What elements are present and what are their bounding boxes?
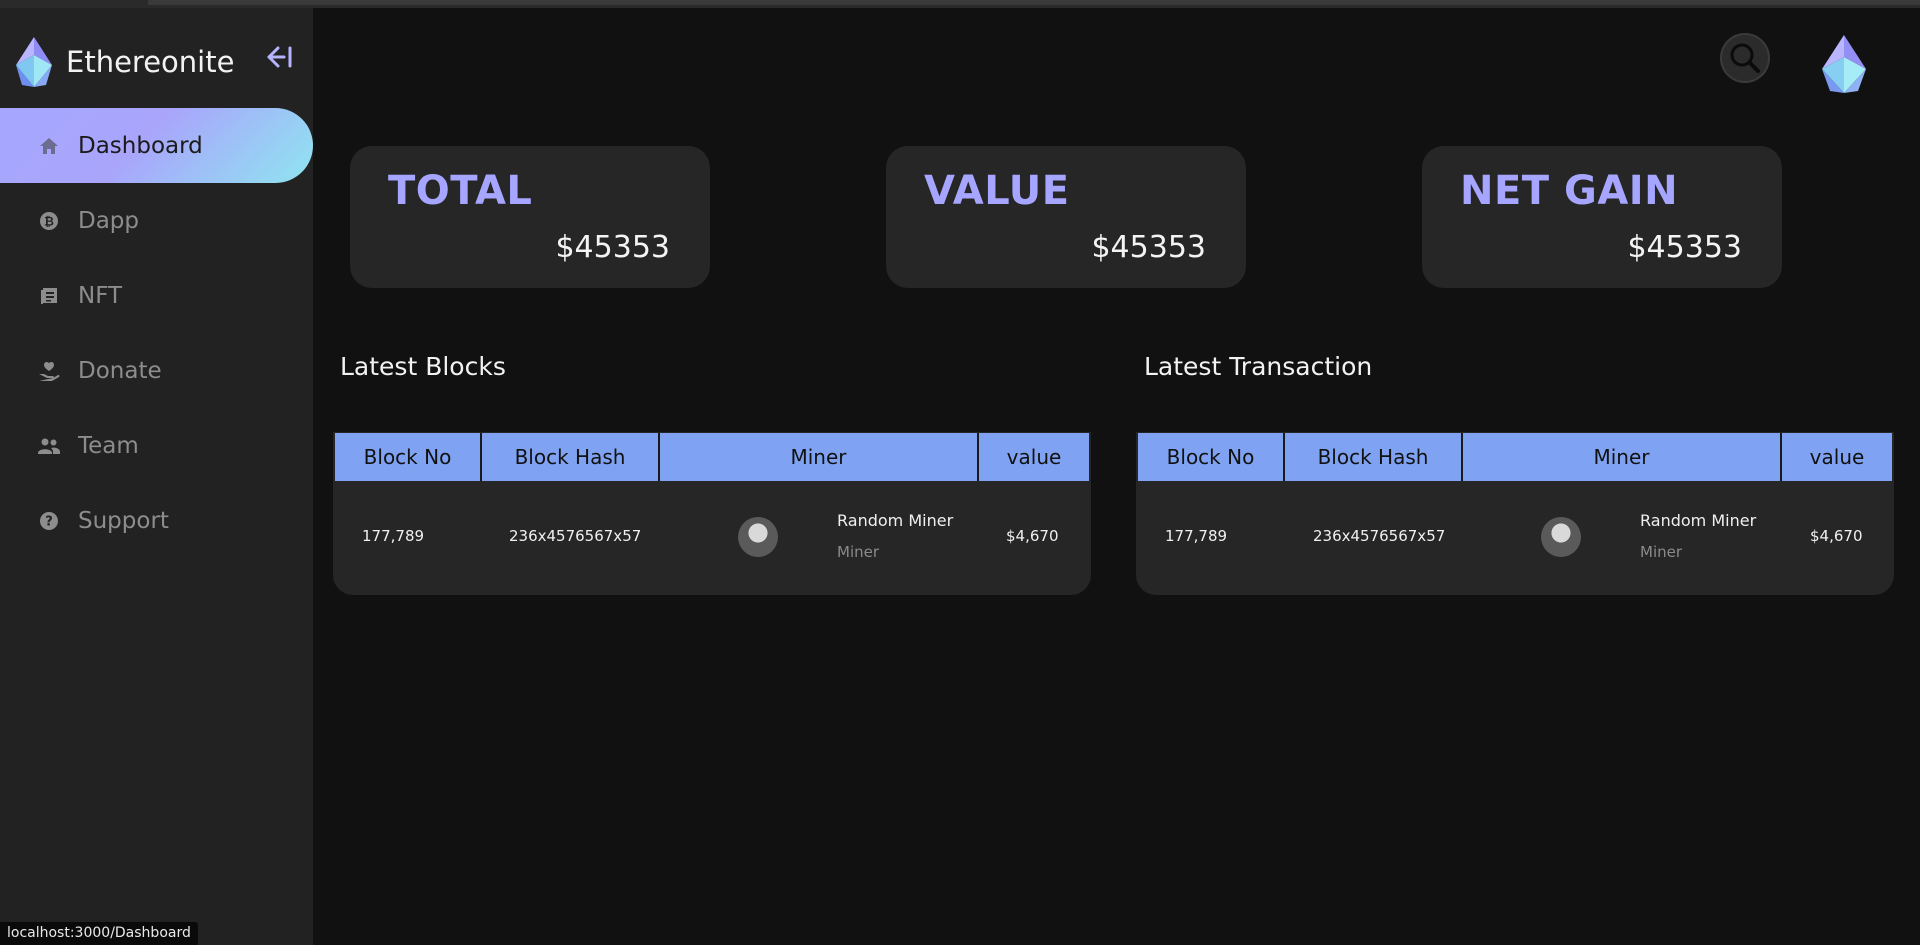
donate-hand-icon	[38, 360, 60, 382]
sidebar-item-dashboard[interactable]: Dashboard	[0, 108, 313, 183]
profile-ethereum-icon[interactable]	[1818, 33, 1870, 95]
latest-blocks-title: Latest Blocks	[340, 352, 506, 381]
table-row[interactable]: 177,789 236x4576567x57 Random Miner Mine…	[1136, 481, 1894, 593]
stat-title: NET GAIN	[1460, 168, 1679, 214]
stat-card-net-gain: NET GAIN $45353	[1422, 146, 1782, 288]
arrow-left-bar-icon	[267, 46, 292, 68]
latest-transaction-table: Block No Block Hash Miner value 177,789 …	[1136, 432, 1894, 595]
column-header-miner[interactable]: Miner	[1463, 433, 1782, 481]
sidebar-item-label: NFT	[78, 282, 123, 309]
sidebar-item-label: Dapp	[78, 207, 140, 234]
miner-avatar	[1541, 517, 1581, 557]
column-header-value[interactable]: value	[979, 433, 1089, 481]
sidebar-nav: Dashboard ₿ Dapp NFT Donate Team ? Suppo…	[0, 108, 313, 558]
sidebar-item-team[interactable]: Team	[0, 408, 313, 483]
miner-name: Random Miner	[1640, 511, 1757, 530]
column-header-block-hash[interactable]: Block Hash	[1285, 433, 1463, 481]
window-top-bar-inner	[148, 0, 1920, 5]
stat-title: VALUE	[924, 168, 1070, 214]
cell-block-hash: 236x4576567x57	[509, 527, 642, 545]
svg-text:₿: ₿	[44, 214, 54, 228]
sidebar-item-dapp[interactable]: ₿ Dapp	[0, 183, 313, 258]
ethereonite-logo-icon	[16, 37, 52, 87]
column-header-block-hash[interactable]: Block Hash	[482, 433, 660, 481]
miner-role: Miner	[1640, 543, 1683, 561]
cell-block-no: 177,789	[362, 527, 425, 545]
cell-value: $4,670	[1810, 527, 1863, 545]
svg-text:?: ?	[45, 514, 53, 529]
latest-blocks-table: Block No Block Hash Miner value 177,789 …	[333, 432, 1091, 595]
miner-name: Random Miner	[837, 511, 954, 530]
sidebar-item-nft[interactable]: NFT	[0, 258, 313, 333]
status-bar-url: localhost:3000/Dashboard	[0, 922, 198, 945]
help-icon: ?	[38, 510, 60, 532]
brand-name: Ethereonite	[66, 45, 235, 79]
column-header-miner[interactable]: Miner	[660, 433, 979, 481]
collapse-sidebar-button[interactable]	[262, 40, 296, 74]
search-icon	[1730, 43, 1760, 73]
latest-transaction-title: Latest Transaction	[1144, 352, 1373, 381]
brand[interactable]: Ethereonite	[12, 34, 234, 90]
sidebar-item-support[interactable]: ? Support	[0, 483, 313, 558]
sidebar: Ethereonite Dashboard ₿ Dapp NFT Donate …	[0, 8, 313, 945]
sidebar-item-label: Donate	[78, 357, 162, 384]
table-header: Block No Block Hash Miner value	[335, 433, 1089, 481]
sidebar-item-label: Support	[78, 507, 169, 534]
sidebar-item-label: Team	[78, 432, 139, 459]
stat-value: $45353	[1091, 230, 1206, 265]
team-icon	[38, 435, 60, 457]
home-icon	[38, 135, 60, 157]
table-row[interactable]: 177,789 236x4576567x57 Random Miner Mine…	[333, 481, 1091, 593]
stat-card-value: VALUE $45353	[886, 146, 1246, 288]
column-header-block-no[interactable]: Block No	[1138, 433, 1285, 481]
miner-role: Miner	[837, 543, 880, 561]
window-top-bar	[0, 0, 1920, 8]
cell-block-hash: 236x4576567x57	[1313, 527, 1446, 545]
stat-value: $45353	[555, 230, 670, 265]
search-button[interactable]	[1720, 33, 1770, 83]
column-header-value[interactable]: value	[1782, 433, 1892, 481]
stat-card-total: TOTAL $45353	[350, 146, 710, 288]
sidebar-item-donate[interactable]: Donate	[0, 333, 313, 408]
bitcoin-icon: ₿	[38, 210, 60, 232]
cell-value: $4,670	[1006, 527, 1059, 545]
cell-block-no: 177,789	[1165, 527, 1228, 545]
sidebar-item-label: Dashboard	[78, 132, 203, 159]
document-icon	[38, 285, 60, 307]
column-header-block-no[interactable]: Block No	[335, 433, 482, 481]
miner-avatar	[738, 517, 778, 557]
table-header: Block No Block Hash Miner value	[1138, 433, 1892, 481]
stat-value: $45353	[1627, 230, 1742, 265]
stat-title: TOTAL	[388, 168, 533, 214]
